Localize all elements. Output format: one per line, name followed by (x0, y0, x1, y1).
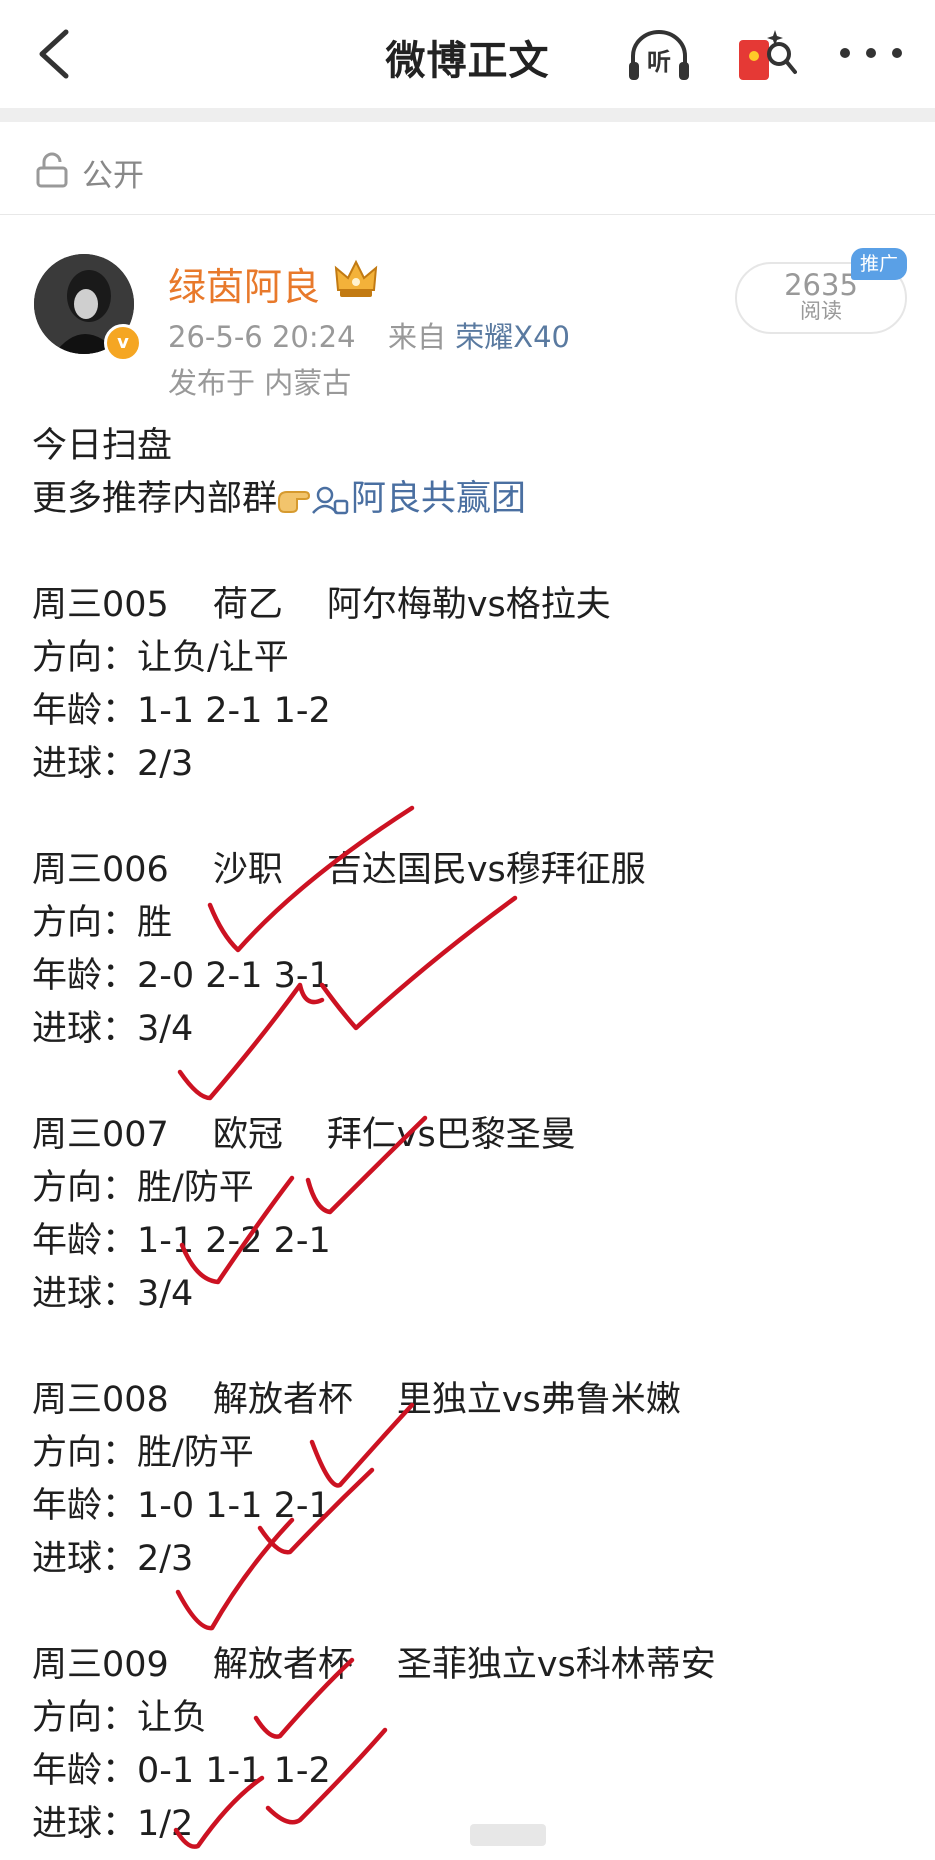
match-id: 周三009 (32, 1645, 169, 1685)
more-icon[interactable] (838, 46, 904, 60)
promo-tag[interactable]: 推广 (851, 248, 907, 280)
author-name[interactable]: 绿茵阿良 (168, 256, 320, 311)
match-league: 欧冠 (212, 1115, 283, 1155)
match-goals: 进球：2/3 (32, 744, 194, 784)
match-direction: 方向：胜/防平 (32, 1168, 254, 1208)
section-divider (0, 108, 935, 122)
match-direction: 方向：胜 (32, 903, 173, 943)
match-id: 周三007 (32, 1115, 169, 1155)
match-id: 周三008 (32, 1380, 169, 1420)
match-direction: 方向：胜/防平 (32, 1433, 254, 1473)
match-id: 周三006 (32, 850, 169, 890)
match-teams: 拜仁vs巴黎圣曼 (326, 1115, 576, 1155)
red-packet-icon[interactable] (735, 26, 797, 84)
match-teams: 圣菲独立vs科林蒂安 (396, 1645, 716, 1685)
match-goals: 进球：2/3 (32, 1539, 194, 1579)
match-direction: 方向：让负 (32, 1698, 208, 1738)
match-goals: 进球：3/4 (32, 1274, 194, 1314)
post-timestamp: 26-5-6 20:24 (168, 320, 356, 354)
match-league: 荷乙 (212, 585, 283, 625)
match-goals: 进球：3/4 (32, 1009, 194, 1049)
match-age: 年龄：0-1 1-1 1-2 (32, 1751, 331, 1791)
crown-badge-icon[interactable] (332, 256, 380, 300)
device-link[interactable]: 荣耀X40 (455, 320, 570, 354)
group-promo-text: 更多推荐内部群 (32, 479, 278, 519)
pointing-hand-icon (278, 491, 311, 513)
match-header: 周三005 荷乙 阿尔梅勒vs格拉夫 (32, 579, 912, 632)
lock-icon (36, 152, 68, 188)
match-league: 沙职 (212, 850, 283, 890)
match-age: 年龄：1-0 1-1 2-1 (32, 1486, 331, 1526)
match-age: 年龄：1-1 2-2 2-1 (32, 1221, 331, 1261)
watermark (470, 1824, 546, 1846)
post-location: 发布于 内蒙古 (168, 366, 352, 400)
visibility-label: 公开 (82, 158, 144, 194)
match-header: 周三007 欧冠 拜仁vs巴黎圣曼 (32, 1109, 912, 1162)
post-body: 今日扫盘 更多推荐内部群 阿良共赢团 周三005 荷乙 阿尔梅勒vs格拉夫 方向：让… (32, 420, 912, 1851)
group-icon (312, 486, 349, 515)
visibility-row: 公开 (0, 122, 935, 215)
read-label: 阅读 (800, 299, 842, 323)
body-line-1: 今日扫盘 (32, 426, 173, 466)
verified-badge-icon: v (104, 324, 142, 362)
match-age: 年龄：2-0 2-1 3-1 (32, 956, 331, 996)
match-id: 周三005 (32, 585, 169, 625)
match-teams: 里独立vs弗鲁米嫩 (396, 1380, 681, 1420)
group-link[interactable]: 阿良共赢团 (351, 479, 526, 519)
headphone-icon[interactable]: 听 (625, 26, 693, 84)
body-line-2: 更多推荐内部群 阿良共赢团 (32, 473, 912, 526)
source-prefix: 来自 (387, 320, 446, 354)
match-league: 解放者杯 (212, 1380, 353, 1420)
match-direction: 方向：让负/让平 (32, 638, 289, 678)
match-age: 年龄：1-1 2-1 1-2 (32, 691, 331, 731)
post-meta: 26-5-6 20:24 来自 荣耀X40 (168, 314, 570, 356)
match-league: 解放者杯 (212, 1645, 353, 1685)
match-header: 周三006 沙职 吉达国民vs穆拜征服 (32, 844, 912, 897)
match-teams: 吉达国民vs穆拜征服 (326, 850, 646, 890)
match-teams: 阿尔梅勒vs格拉夫 (326, 585, 611, 625)
match-header: 周三008 解放者杯 里独立vs弗鲁米嫩 (32, 1374, 912, 1427)
top-navigation-bar: 微博正文 听 (0, 0, 935, 108)
listen-label: 听 (647, 48, 671, 76)
match-header: 周三009 解放者杯 圣菲独立vs科林蒂安 (32, 1639, 912, 1692)
